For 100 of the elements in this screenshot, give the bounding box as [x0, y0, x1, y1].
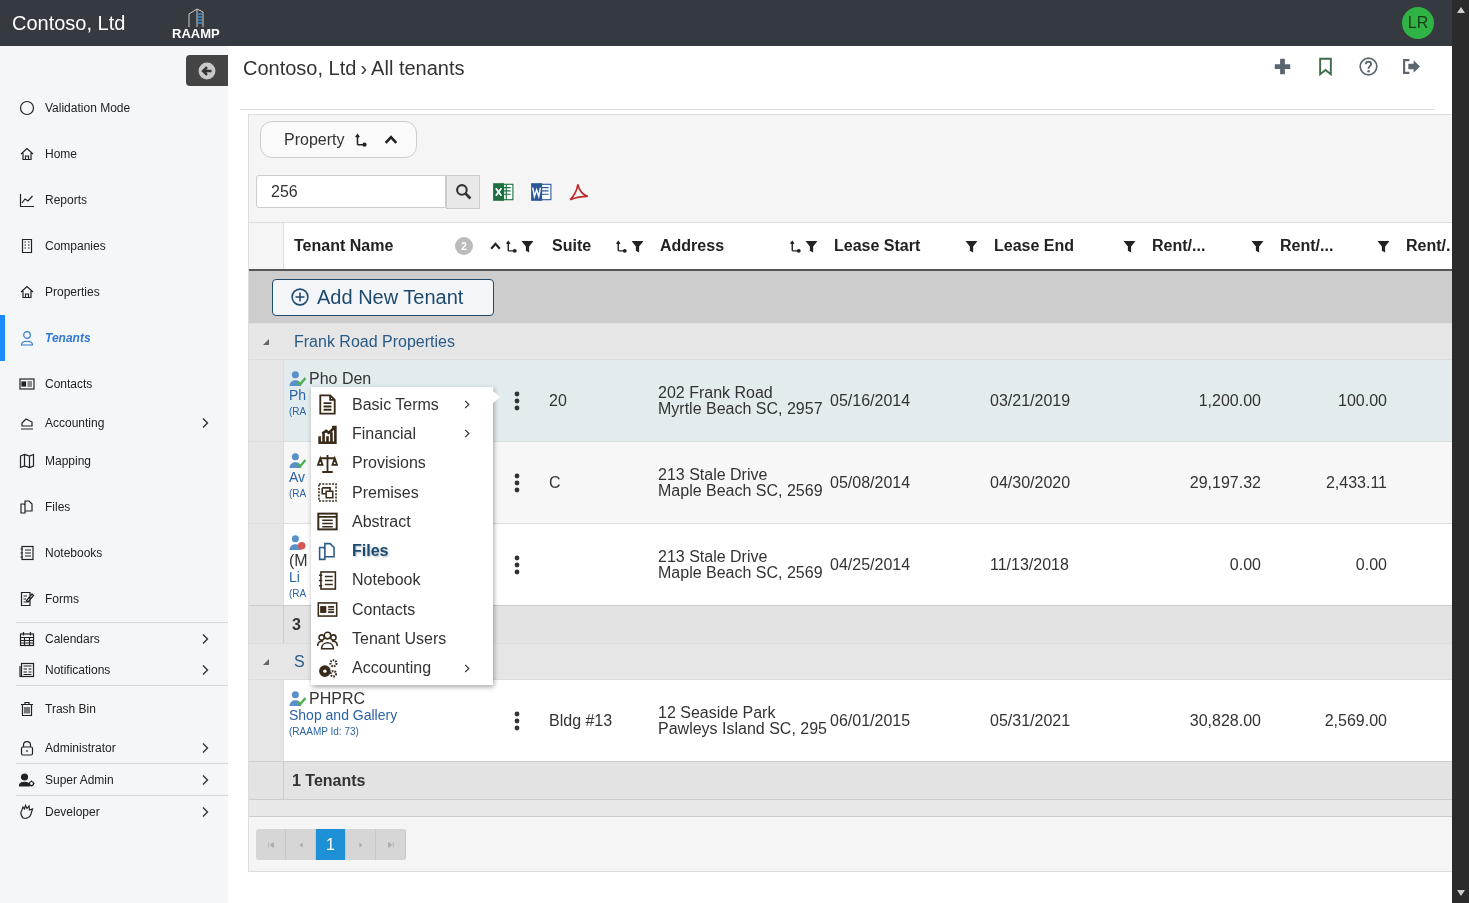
lease-end-cell: 05/31/2021: [990, 711, 1071, 730]
document-export-icon[interactable]: [530, 180, 552, 203]
column-header[interactable]: Lease End: [984, 223, 1142, 269]
filter-icon[interactable]: [1251, 239, 1264, 253]
building-icon: [19, 238, 35, 254]
menu-item[interactable]: Basic Terms: [311, 390, 493, 420]
company-link[interactable]: Ph: [289, 388, 307, 404]
sidebar-item[interactable]: Mapping: [0, 438, 211, 484]
company-link[interactable]: Li: [289, 569, 300, 585]
trash-icon: [19, 701, 35, 717]
people-icon: [317, 628, 338, 650]
group-name[interactable]: S: [283, 652, 305, 671]
filter-icon[interactable]: [965, 239, 978, 253]
filter-icon[interactable]: [1123, 239, 1136, 253]
scrollbar[interactable]: [1452, 0, 1469, 903]
sidebar-item[interactable]: Companies: [0, 223, 211, 269]
last-page-icon: [386, 840, 395, 849]
gears-icon: [317, 657, 338, 679]
sort-order-badge: 2: [455, 237, 473, 255]
filter-icon[interactable]: [805, 239, 818, 253]
more-options-icon[interactable]: [514, 554, 520, 575]
menu-item[interactable]: Premises: [311, 477, 493, 508]
company-link[interactable]: Av: [289, 470, 306, 486]
company-name: Contoso, Ltd: [12, 11, 127, 35]
floor-plan-icon: [317, 482, 338, 504]
sidebar-item[interactable]: Home: [0, 131, 211, 177]
tenant-name: PHPRC: [309, 689, 365, 708]
documents-icon: [19, 499, 35, 515]
sidebar-item[interactable]: Contacts: [0, 361, 211, 407]
group-icon[interactable]: [615, 239, 628, 253]
rent-cell: 30,828.00: [1189, 711, 1261, 730]
column-header[interactable]: Tenant Name 2: [284, 223, 540, 269]
sidebar-item[interactable]: Reports: [0, 177, 211, 223]
scales-icon: [317, 452, 338, 474]
expanded-triangle-icon[interactable]: [262, 657, 270, 666]
expanded-triangle-icon[interactable]: [262, 337, 270, 346]
sidebar-item[interactable]: Tenants: [0, 315, 211, 361]
sidebar-item[interactable]: Forms: [0, 576, 211, 622]
help-icon[interactable]: [1359, 57, 1378, 76]
user-avatar[interactable]: LR: [1402, 7, 1434, 39]
group-icon[interactable]: [789, 239, 802, 253]
user-gear-icon: [19, 771, 35, 788]
filter-icon[interactable]: [631, 239, 644, 253]
rent-cell: 0.00: [1355, 555, 1387, 574]
notebook-icon: [19, 545, 35, 561]
scroll-down-icon[interactable]: [1455, 889, 1466, 897]
menu-item[interactable]: Notebook: [311, 565, 493, 596]
sidebar-item[interactable]: Validation Mode: [0, 85, 211, 131]
column-header[interactable]: Rent/.: [1396, 223, 1452, 269]
column-header[interactable]: Rent/...: [1270, 223, 1396, 269]
search-field[interactable]: 256: [256, 175, 446, 208]
menu-item[interactable]: Files: [311, 536, 493, 566]
next-page-icon: [356, 840, 365, 849]
filter-icon[interactable]: [521, 239, 534, 253]
more-options-icon[interactable]: [514, 390, 520, 411]
sidebar-item[interactable]: Trash Bin: [16, 686, 211, 732]
rent-cell: 0.00: [1229, 555, 1261, 574]
menu-item[interactable]: Tenant Users: [311, 624, 493, 654]
column-header[interactable]: Suite: [540, 223, 650, 269]
tenant-name: (M: [289, 552, 308, 570]
more-options-icon[interactable]: [514, 710, 520, 731]
more-options-icon[interactable]: [514, 472, 520, 493]
add-icon[interactable]: [1273, 57, 1292, 76]
sidebar-item[interactable]: Administrator: [0, 732, 211, 763]
bookmark-icon[interactable]: [1316, 57, 1335, 76]
sidebar-item[interactable]: Files: [0, 484, 211, 530]
chevron-right-icon: [201, 805, 209, 818]
sidebar-item[interactable]: Calendars: [16, 623, 211, 654]
column-header[interactable]: Address: [650, 223, 824, 269]
filter-icon[interactable]: [1377, 239, 1390, 253]
sidebar-item[interactable]: Notebooks: [0, 530, 211, 576]
lease-start-cell: 05/08/2014: [830, 473, 911, 492]
list-window-icon: [317, 511, 338, 533]
rent-cell: 2,569.00: [1324, 711, 1387, 730]
chevron-right-icon: [201, 416, 209, 429]
scroll-up-icon[interactable]: [1455, 6, 1466, 14]
documents-icon: [317, 540, 338, 562]
logout-icon[interactable]: [1402, 57, 1421, 76]
lease-end-cell: 11/13/2018: [990, 555, 1069, 574]
sidebar-item[interactable]: Accounting: [0, 407, 211, 438]
group-by-chip[interactable]: Property: [260, 121, 417, 158]
group-name[interactable]: Frank Road Properties: [283, 332, 455, 351]
chevron-right-icon: [201, 632, 209, 645]
column-header[interactable]: Lease Start: [824, 223, 984, 269]
sidebar-item[interactable]: Notifications: [0, 654, 211, 685]
sidebar-item[interactable]: Properties: [0, 269, 211, 315]
lease-start-cell: 06/01/2015: [830, 711, 911, 730]
column-header[interactable]: Rent/...: [1142, 223, 1270, 269]
search-button[interactable]: [446, 174, 480, 209]
sidebar-item[interactable]: Super Admin: [16, 764, 211, 795]
back-button[interactable]: [186, 55, 228, 86]
group-icon[interactable]: [505, 239, 518, 253]
menu-item[interactable]: Provisions: [311, 448, 493, 478]
raamp-logo[interactable]: RAAMP: [172, 6, 220, 40]
house-icon: [19, 146, 35, 162]
company-link[interactable]: Shop and Gallery: [289, 708, 398, 724]
spreadsheet-export-icon[interactable]: [492, 180, 514, 203]
line-chart-icon: [19, 192, 35, 208]
add-tenant-button[interactable]: Add New Tenant: [272, 278, 494, 316]
sidebar-item[interactable]: Developer: [16, 796, 211, 827]
